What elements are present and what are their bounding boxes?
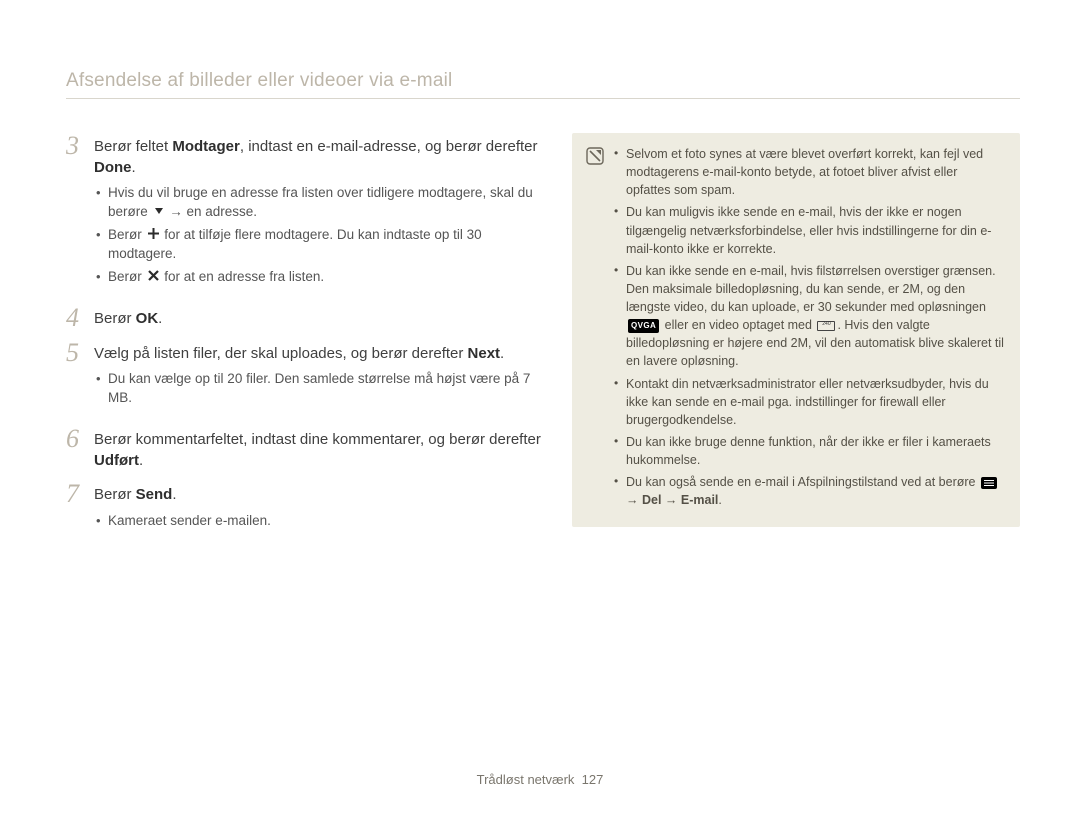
- step-text: Berør feltet Modtager, indtast en e-mail…: [94, 137, 546, 178]
- header-rule: [66, 98, 1020, 99]
- step-4: 4 Berør OK.: [66, 305, 546, 332]
- step-number: 3: [66, 133, 84, 297]
- menu-icon: [981, 477, 997, 489]
- notes-column: Selvom et foto synes at være blevet over…: [572, 133, 1020, 549]
- step-body: Berør kommentarfeltet, indtast dine komm…: [94, 426, 546, 473]
- plus-icon: [148, 226, 159, 245]
- step-7: 7 Berør Send. Kameraet sender e-mailen.: [66, 481, 546, 541]
- bullet: Kameraet sender e-mailen.: [94, 512, 546, 531]
- note-item: Du kan ikke sende en e-mail, hvis filstø…: [614, 262, 1004, 371]
- step-number: 7: [66, 481, 84, 541]
- note-box: Selvom et foto synes at være blevet over…: [572, 133, 1020, 527]
- step-3: 3 Berør feltet Modtager, indtast en e-ma…: [66, 133, 546, 297]
- note-item: Du kan muligvis ikke sende en e-mail, hv…: [614, 203, 1004, 257]
- steps-column: 3 Berør feltet Modtager, indtast en e-ma…: [66, 133, 546, 549]
- step-text: Vælg på listen filer, der skal uploades,…: [94, 344, 546, 365]
- note-list: Selvom et foto synes at være blevet over…: [614, 145, 1004, 513]
- step-number: 4: [66, 305, 84, 332]
- page-number: 127: [582, 772, 604, 787]
- step-number: 6: [66, 426, 84, 473]
- step-body: Berør feltet Modtager, indtast en e-mail…: [94, 133, 546, 297]
- step-number: 5: [66, 340, 84, 418]
- qvga-icon: QVGA: [628, 319, 659, 333]
- note-item: Du kan også sende en e-mail i Afspilning…: [614, 473, 1004, 509]
- x-icon: [148, 268, 159, 287]
- step-6: 6 Berør kommentarfeltet, indtast dine ko…: [66, 426, 546, 473]
- bullet: Berør for at tilføje flere modtagere. Du…: [94, 226, 546, 264]
- bullet: Hvis du vil bruge en adresse fra listen …: [94, 184, 546, 222]
- content-columns: 3 Berør feltet Modtager, indtast en e-ma…: [66, 133, 1020, 549]
- page-footer: Trådløst netværk 127: [0, 772, 1080, 787]
- bullet: Berør for at en adresse fra listen.: [94, 268, 546, 287]
- note-item: Du kan ikke bruge denne funktion, når de…: [614, 433, 1004, 469]
- note-item: Kontakt din netværksadministrator eller …: [614, 375, 1004, 429]
- page-title: Afsendelse af billeder eller videoer via…: [66, 70, 1020, 92]
- step-3-bullets: Hvis du vil bruge en adresse fra listen …: [94, 184, 546, 287]
- step-body: Berør OK.: [94, 305, 546, 332]
- video-240-icon: [817, 321, 835, 331]
- step-text: Berør OK.: [94, 309, 546, 330]
- step-text: Berør kommentarfeltet, indtast dine komm…: [94, 430, 546, 471]
- note-icon: [586, 147, 604, 165]
- manual-page: Afsendelse af billeder eller videoer via…: [0, 0, 1080, 815]
- step-text: Berør Send.: [94, 485, 546, 506]
- note-item: Selvom et foto synes at være blevet over…: [614, 145, 1004, 199]
- step-body: Berør Send. Kameraet sender e-mailen.: [94, 481, 546, 541]
- footer-section-label: Trådløst netværk: [477, 772, 575, 787]
- step-body: Vælg på listen filer, der skal uploades,…: [94, 340, 546, 418]
- step-5-bullets: Du kan vælge op til 20 filer. Den samled…: [94, 370, 546, 408]
- step-5: 5 Vælg på listen filer, der skal uploade…: [66, 340, 546, 418]
- bullet: Du kan vælge op til 20 filer. Den samled…: [94, 370, 546, 408]
- step-7-bullets: Kameraet sender e-mailen.: [94, 512, 546, 531]
- down-triangle-icon: [154, 203, 164, 222]
